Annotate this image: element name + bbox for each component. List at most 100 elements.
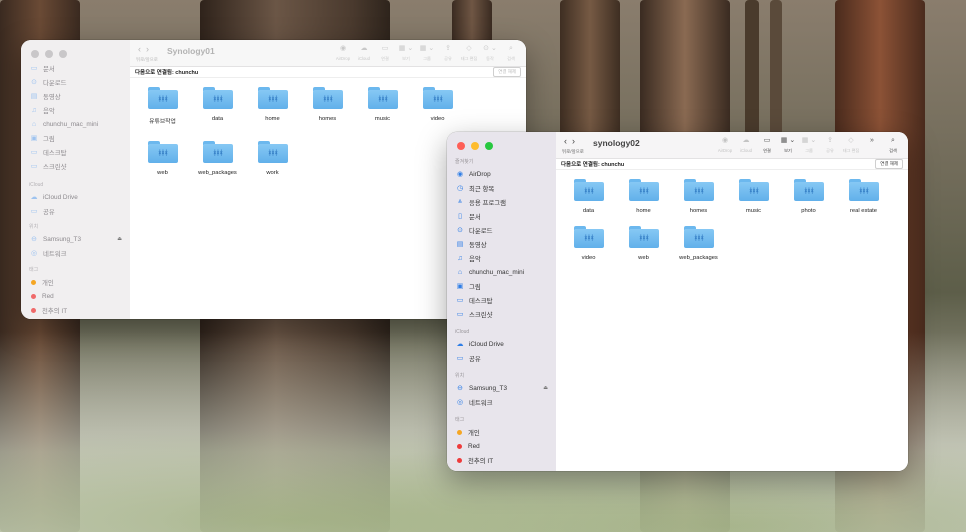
folder-item[interactable]: ᚼᚼᚼ photo xyxy=(781,179,836,214)
sidebar-item-공유[interactable]: ▭ 공유 xyxy=(447,351,556,365)
toolbar-button-검색[interactable]: ⌕ 검색 xyxy=(884,136,902,154)
folder-item[interactable]: ᚼᚼᚼ homes xyxy=(671,179,726,214)
sidebar-item-다운로드[interactable]: ⊙ 다운로드 xyxy=(21,75,130,89)
태그-편집-icon: ◇ xyxy=(848,137,854,144)
sidebar-icon: ♫ xyxy=(457,254,463,262)
back-forward-buttons[interactable]: ‹ › xyxy=(564,136,575,146)
toolbar-button-보기[interactable]: ▦ ⌄ 보기 xyxy=(397,44,415,62)
more-icon: » xyxy=(870,137,874,144)
folder-grid: ᚼᚼᚼ data ᚼᚼᚼ home ᚼᚼᚼ homes ᚼᚼᚼ music ᚼᚼᚼ photo ᚼᚼ… xyxy=(561,179,908,261)
sidebar-tag-개인[interactable]: 개인 xyxy=(21,275,130,289)
sidebar-item-icloud-drive[interactable]: ☁ iCloud Drive xyxy=(447,337,556,351)
sidebar-icon: ☁ xyxy=(456,341,464,348)
folder-item[interactable]: ᚼᚼᚼ music xyxy=(726,179,781,214)
eject-icon[interactable]: ⏏ xyxy=(117,236,122,242)
그룹-icon: ▦ ⌄ xyxy=(419,45,435,52)
folder-item[interactable]: ᚼᚼᚼ web xyxy=(135,141,190,176)
minimize-button[interactable] xyxy=(471,142,479,150)
sidebar-item-문서[interactable]: ▯ 문서 xyxy=(447,209,556,223)
sidebar-item-최근-항목[interactable]: ◷ 최근 항목 xyxy=(447,181,556,195)
sidebar-item-응용-프로그램[interactable]: ⩓ 응용 프로그램 xyxy=(447,195,556,209)
folder-item[interactable]: ᚼᚼᚼ real estate xyxy=(836,179,891,214)
sidebar-item-그림[interactable]: ▣ 그림 xyxy=(447,279,556,293)
sidebar-tag-천추의-it[interactable]: 천추의 IT xyxy=(21,303,130,317)
folder-item[interactable]: ᚼᚼᚼ home xyxy=(616,179,671,214)
공유-icon: ⇪ xyxy=(445,45,451,52)
sidebar-icon: ▣ xyxy=(456,283,464,290)
toolbar-button-icloud[interactable]: ☁ iCloud xyxy=(737,136,755,154)
sidebar-item-samsung-t3[interactable]: ⊖ Samsung_T3 ⏏ xyxy=(447,381,556,395)
folder-item[interactable]: ᚼᚼᚼ work xyxy=(245,141,300,176)
toolbar-button-more[interactable]: » xyxy=(863,136,881,154)
folder-item[interactable]: ᚼᚼᚼ data xyxy=(190,87,245,125)
sidebar-item-icloud-drive[interactable]: ☁ iCloud Drive xyxy=(21,190,130,204)
sidebar-tag-천추의-it[interactable]: 천추의 IT xyxy=(447,453,556,467)
태그-편집-icon: ◇ xyxy=(466,45,472,52)
sidebar-item-스크린샷[interactable]: ▭ 스크린샷 xyxy=(21,159,130,173)
toolbar-button-그룹[interactable]: ▦ ⌄ 그룹 xyxy=(800,136,818,154)
folder-item[interactable]: ᚼᚼᚼ web_packages xyxy=(190,141,245,176)
toolbar-button-그룹[interactable]: ▦ ⌄ 그룹 xyxy=(418,44,436,62)
toolbar-button-검색[interactable]: ⌕ 검색 xyxy=(502,44,520,62)
zoom-button[interactable] xyxy=(485,142,493,150)
toolbar-button-공유[interactable]: ⇪ 공유 xyxy=(439,44,457,62)
sidebar-item-chunchu-mac-mini[interactable]: ⌂ chunchu_mac_mini xyxy=(447,265,556,279)
sidebar-item-음악[interactable]: ♫ 음악 xyxy=(447,251,556,265)
toolbar-button-보기[interactable]: ▦ ⌄ 보기 xyxy=(779,136,797,154)
sidebar-tag-red[interactable]: Red xyxy=(21,289,130,303)
tag-label: 개인 xyxy=(468,429,480,437)
sidebar-item-label: 음악 xyxy=(469,255,481,263)
toolbar-button-연결[interactable]: ▭ 연결 xyxy=(376,44,394,62)
section-header: 위치 xyxy=(455,373,465,379)
toolbar-button-동작[interactable]: ⊙ ⌄ 동작 xyxy=(481,44,499,62)
sidebar-item-네트워크[interactable]: ◎ 네트워크 xyxy=(447,395,556,409)
minimize-button[interactable] xyxy=(45,50,53,58)
sidebar-item-문서[interactable]: ▭ 문서 xyxy=(21,61,130,75)
sidebar-item-그림[interactable]: ▣ 그림 xyxy=(21,131,130,145)
folder-item[interactable]: ᚼᚼᚼ video xyxy=(561,226,616,261)
sidebar-item-다운로드[interactable]: ⊙ 다운로드 xyxy=(447,223,556,237)
folder-item[interactable]: ᚼᚼᚼ video xyxy=(410,87,465,125)
folder-item[interactable]: ᚼᚼᚼ homes xyxy=(300,87,355,125)
sidebar-tag-개인[interactable]: 개인 xyxy=(447,425,556,439)
sidebar-item-스크린샷[interactable]: ▭ 스크린샷 xyxy=(447,307,556,321)
zoom-button[interactable] xyxy=(59,50,67,58)
back-forward-buttons[interactable]: ‹ › xyxy=(138,44,149,54)
toolbar-button-icloud[interactable]: ☁ iCloud xyxy=(355,44,373,62)
toolbar-button-airdrop[interactable]: ◉ AirDrop xyxy=(334,44,352,62)
sidebar-item-공유[interactable]: ▭ 공유 xyxy=(21,204,130,218)
toolbar-button-공유[interactable]: ⇪ 공유 xyxy=(821,136,839,154)
airdrop-icon: ◉ xyxy=(721,137,729,144)
sidebar-tag-red[interactable]: Red xyxy=(447,439,556,453)
toolbar-button-airdrop[interactable]: ◉ AirDrop xyxy=(716,136,734,154)
sidebar-item-동영상[interactable]: ▤ 동영상 xyxy=(447,237,556,251)
section-header: 태그 xyxy=(455,417,465,423)
동작-icon: ⊙ ⌄ xyxy=(483,45,497,52)
toolbar-button-연결[interactable]: ▭ 연결 xyxy=(758,136,776,154)
folder-name: home xyxy=(636,208,651,214)
folder-item[interactable]: ᚼᚼᚼ 유튜브작업 xyxy=(135,87,190,125)
folder-item[interactable]: ᚼᚼᚼ data xyxy=(561,179,616,214)
folder-item[interactable]: ᚼᚼᚼ music xyxy=(355,87,410,125)
disconnect-button[interactable]: 연결 해제 xyxy=(493,67,521,77)
sidebar-item-동영상[interactable]: ▤ 동영상 xyxy=(21,89,130,103)
eject-icon[interactable]: ⏏ xyxy=(543,385,548,391)
sidebar-item-음악[interactable]: ♫ 음악 xyxy=(21,103,130,117)
folder-item[interactable]: ᚼᚼᚼ web xyxy=(616,226,671,261)
sidebar-item-데스크탑[interactable]: ▭ 데스크탑 xyxy=(447,293,556,307)
disconnect-button[interactable]: 연결 해제 xyxy=(875,159,903,169)
toolbar-button-태그-편집[interactable]: ◇ 태그 편집 xyxy=(460,44,478,62)
folder-item[interactable]: ᚼᚼᚼ web_packages xyxy=(671,226,726,261)
검색-icon: ⌕ xyxy=(891,137,895,144)
sidebar-item-데스크탑[interactable]: ▭ 데스크탑 xyxy=(21,145,130,159)
toolbar-button-태그-편집[interactable]: ◇ 태그 편집 xyxy=(842,136,860,154)
sidebar-item-chunchu-mac-mini[interactable]: ⌂ chunchu_mac_mini xyxy=(21,117,130,131)
finder-window-synology02[interactable]: 즐겨찾기 ◉ AirDrop ◷ 최근 항목 ⩓ 응용 프로그램 ▯ 문서 ⊙ 다운로드 ▤ 동영상 ♫… xyxy=(447,132,908,471)
close-button[interactable] xyxy=(31,50,39,58)
sidebar-item-네트워크[interactable]: ◎ 네트워크 xyxy=(21,246,130,260)
close-button[interactable] xyxy=(457,142,465,150)
sidebar-item-airdrop[interactable]: ◉ AirDrop xyxy=(447,167,556,181)
connection-status: 다음으로 연결됨: chunchu xyxy=(561,162,625,168)
folder-item[interactable]: ᚼᚼᚼ home xyxy=(245,87,300,125)
sidebar-item-samsung-t3[interactable]: ⊖ Samsung_T3 ⏏ xyxy=(21,232,130,246)
